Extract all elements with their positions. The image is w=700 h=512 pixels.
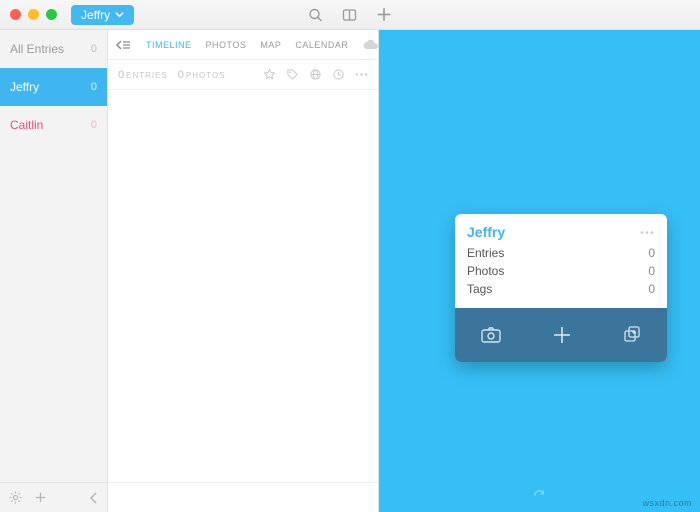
photos-count: 0 — [178, 69, 184, 81]
globe-filter-icon[interactable] — [309, 68, 322, 81]
sidebar-item-all-entries[interactable]: All Entries 0 — [0, 30, 107, 68]
search-icon[interactable] — [308, 7, 324, 23]
photos-stat: 0PHOTOS — [178, 69, 226, 81]
popover-row-photos: Photos 0 — [467, 262, 655, 280]
close-button[interactable] — [10, 9, 21, 20]
main-panel: TIMELINE PHOTOS MAP CALENDAR 0ENTRIES 0P… — [108, 30, 379, 512]
back-icon[interactable] — [116, 39, 132, 51]
add-journal-icon[interactable] — [33, 490, 48, 505]
journal-selector-label: Jeffry — [81, 8, 110, 22]
sidebar-item-count: 0 — [91, 81, 97, 93]
zoom-button[interactable] — [46, 9, 57, 20]
collapse-sidebar-icon[interactable] — [89, 492, 99, 504]
tab-timeline[interactable]: TIMELINE — [146, 40, 192, 50]
row-value: 0 — [648, 282, 655, 296]
row-label: Tags — [467, 282, 492, 296]
more-filter-icon[interactable] — [355, 68, 368, 81]
sidebar-item-count: 0 — [91, 43, 97, 55]
row-value: 0 — [648, 264, 655, 278]
popover-title: Jeffry — [467, 224, 505, 240]
duplicate-icon[interactable] — [622, 325, 642, 345]
row-label: Photos — [467, 264, 504, 278]
row-label: Entries — [467, 246, 504, 260]
minimize-button[interactable] — [28, 9, 39, 20]
detail-pane: Jeffry Entries 0 Photos 0 Tags — [379, 30, 700, 512]
panels-icon[interactable] — [342, 7, 358, 23]
star-filter-icon[interactable] — [263, 68, 276, 81]
photos-label: PHOTOS — [186, 71, 226, 80]
entries-count: 0 — [118, 69, 124, 81]
entries-list — [108, 90, 378, 482]
journal-selector[interactable]: Jeffry — [71, 5, 134, 25]
titlebar: Jeffry — [0, 0, 700, 30]
entries-stat: 0ENTRIES — [118, 69, 168, 81]
sidebar-item-label: Jeffry — [10, 80, 39, 94]
sidebar-item-jeffry[interactable]: Jeffry 0 — [0, 68, 107, 106]
add-entry-icon[interactable] — [551, 324, 573, 346]
new-entry-icon[interactable] — [376, 6, 393, 23]
tab-calendar[interactable]: CALENDAR — [295, 40, 348, 50]
stats-bar: 0ENTRIES 0PHOTOS — [108, 60, 378, 90]
sidebar: All Entries 0 Jeffry 0 Caitlin 0 — [0, 30, 108, 512]
more-icon[interactable] — [639, 230, 655, 235]
sidebar-item-count: 0 — [91, 119, 97, 131]
popover-actions — [455, 308, 667, 362]
watermark: wsxdn.com — [642, 498, 692, 508]
chevron-down-icon — [115, 10, 124, 19]
journal-popover: Jeffry Entries 0 Photos 0 Tags — [455, 214, 667, 362]
time-filter-icon[interactable] — [332, 68, 345, 81]
popover-row-entries: Entries 0 — [467, 244, 655, 262]
refresh-icon[interactable] — [532, 488, 547, 506]
sidebar-item-label: All Entries — [10, 42, 64, 56]
main-footer — [108, 482, 378, 512]
sidebar-footer — [0, 482, 107, 512]
popover-row-tags: Tags 0 — [467, 280, 655, 298]
tab-photos[interactable]: PHOTOS — [206, 40, 247, 50]
cloud-sync-icon[interactable] — [362, 38, 380, 52]
entries-label: ENTRIES — [126, 71, 168, 80]
tag-filter-icon[interactable] — [286, 68, 299, 81]
view-tabs: TIMELINE PHOTOS MAP CALENDAR — [108, 30, 378, 60]
window-controls — [10, 9, 57, 20]
sidebar-item-label: Caitlin — [10, 118, 43, 132]
row-value: 0 — [648, 246, 655, 260]
sidebar-item-caitlin[interactable]: Caitlin 0 — [0, 106, 107, 144]
camera-icon[interactable] — [480, 326, 502, 344]
gear-icon[interactable] — [8, 490, 23, 505]
tab-map[interactable]: MAP — [260, 40, 281, 50]
